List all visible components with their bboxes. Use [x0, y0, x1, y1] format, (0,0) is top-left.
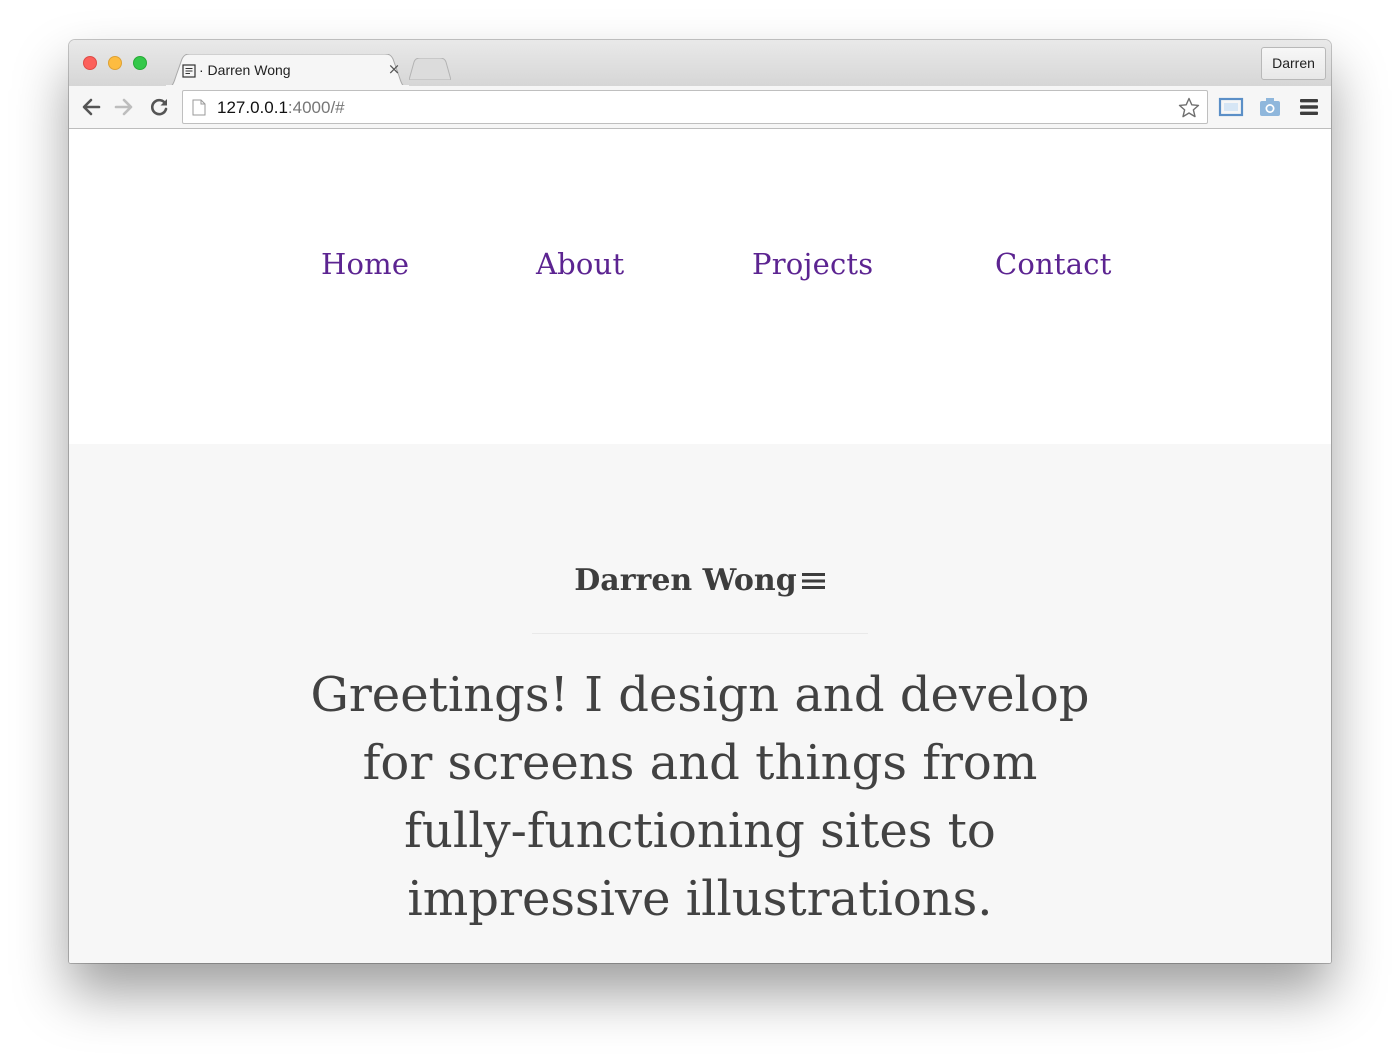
tab-active[interactable]: · Darren Wong ×	[165, 54, 410, 87]
zoom-window-button[interactable]	[133, 56, 147, 70]
url-host: 127.0.0.1	[217, 98, 288, 117]
divider	[532, 633, 868, 634]
nav-link-contact[interactable]: Contact	[995, 247, 1112, 281]
url-text[interactable]: 127.0.0.1:4000/#	[217, 98, 345, 118]
hamburger-menu-icon[interactable]	[1298, 96, 1320, 118]
page-content: Home About Projects Contact Darren Wong …	[69, 129, 1331, 963]
close-window-button[interactable]	[83, 56, 97, 70]
browser-window: · Darren Wong × Darren 127.0.0.1:4000/#	[69, 40, 1331, 963]
hero-section: Darren Wong Greetings! I design and deve…	[69, 444, 1331, 963]
nav-link-projects[interactable]: Projects	[752, 247, 873, 281]
camera-icon[interactable]	[1258, 96, 1282, 118]
site-title: Darren Wong	[574, 563, 797, 598]
hero-tagline: Greetings! I design and develop for scre…	[310, 667, 1090, 927]
profile-button[interactable]: Darren	[1261, 47, 1326, 80]
star-icon[interactable]	[1177, 96, 1201, 120]
reload-icon[interactable]	[148, 96, 170, 118]
url-path: :4000/#	[287, 98, 345, 117]
tab-title: · Darren Wong	[199, 62, 291, 78]
address-bar[interactable]: 127.0.0.1:4000/#	[182, 90, 1208, 124]
back-arrow-icon[interactable]	[80, 96, 102, 118]
page-icon	[182, 64, 196, 78]
site-brand: Darren Wong	[69, 563, 1331, 598]
nav-link-home[interactable]: Home	[321, 247, 409, 281]
minimize-window-button[interactable]	[108, 56, 122, 70]
browser-toolbar: 127.0.0.1:4000/#	[69, 86, 1331, 129]
cast-icon[interactable]	[1218, 96, 1244, 118]
site-nav: Home About Projects Contact	[69, 129, 1331, 444]
menu-toggle-icon[interactable]	[801, 570, 826, 592]
page-icon	[192, 99, 206, 116]
tab-strip: · Darren Wong × Darren	[69, 40, 1331, 87]
tab-close-icon[interactable]: ×	[387, 61, 401, 77]
nav-link-about[interactable]: About	[536, 247, 624, 281]
forward-arrow-icon[interactable]	[113, 96, 135, 118]
new-tab-button[interactable]	[409, 58, 451, 80]
